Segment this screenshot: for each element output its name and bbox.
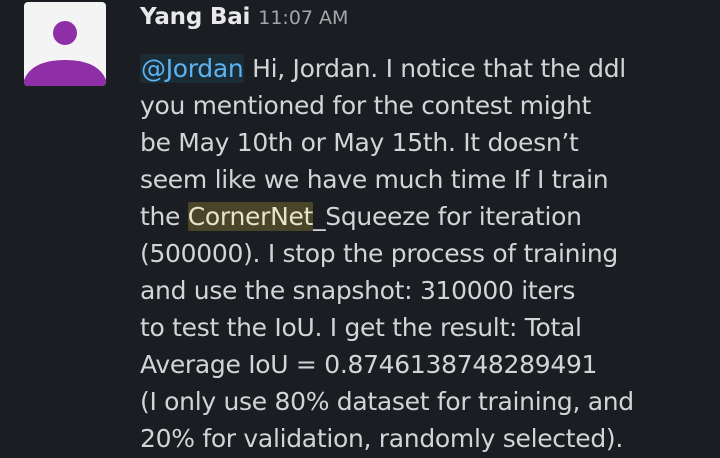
message-line: and use the snapshot: 310000 iters xyxy=(140,276,576,305)
message-text: the xyxy=(140,202,188,231)
default-user-avatar-icon xyxy=(24,21,106,86)
message-line: you mentioned for the contest might xyxy=(140,91,591,120)
user-mention[interactable]: @Jordan xyxy=(140,54,245,83)
message-line: seem like we have much time If I train xyxy=(140,165,609,194)
message-text: Hi, Jordan. I notice that the ddl xyxy=(244,54,626,83)
sender-name[interactable]: Yang Bai xyxy=(140,4,250,30)
message-timestamp[interactable]: 11:07 AM xyxy=(258,7,348,29)
message-line: 20% for validation, randomly selected). xyxy=(140,424,623,453)
message-header: Yang Bai 11:07 AM xyxy=(140,4,348,42)
message-body: @Jordan Hi, Jordan. I notice that the dd… xyxy=(140,50,710,457)
message-line: (I only use 80% dataset for training, an… xyxy=(140,387,634,416)
message-line: be May 10th or May 15th. It doesn’t xyxy=(140,128,579,157)
message-text: _Squeeze for iteration xyxy=(313,202,582,231)
message: Yang Bai 11:07 AM @Jordan Hi, Jordan. I … xyxy=(0,0,720,458)
message-line: to test the IoU. I get the result: Total xyxy=(140,313,582,342)
message-line: (500000). I stop the process of training xyxy=(140,239,618,268)
avatar[interactable] xyxy=(24,2,106,86)
message-line: Average IoU = 0.8746138748289491 xyxy=(140,350,598,379)
search-highlight: CornerNet xyxy=(187,202,314,231)
message-line: @Jordan Hi, Jordan. I notice that the dd… xyxy=(140,50,710,87)
message-line: the CornerNet_Squeeze for iteration xyxy=(140,198,710,235)
